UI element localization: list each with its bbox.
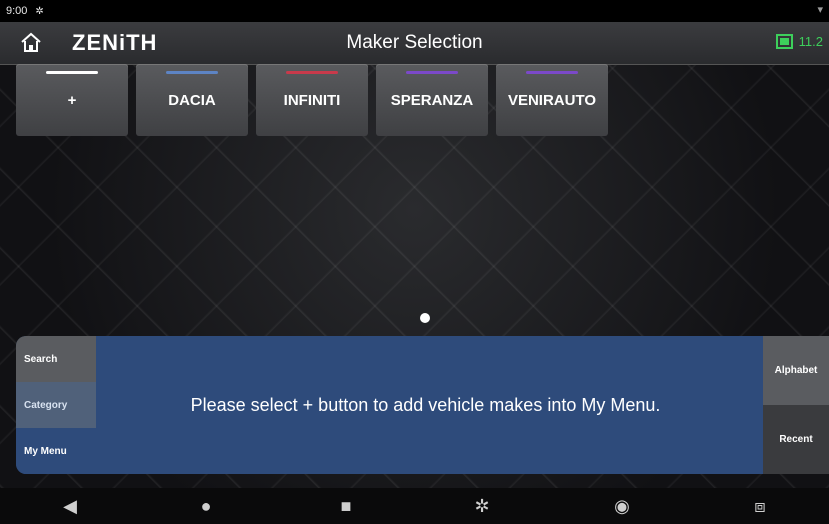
maker-label: INFINITI (283, 91, 341, 109)
maker-add-button[interactable]: + (16, 64, 128, 136)
circle-home-icon[interactable]: ● (194, 494, 218, 518)
status-bar: 9:00 ✲ ▾ (0, 0, 829, 22)
maker-speranza[interactable]: SPERANZA (376, 64, 488, 136)
title-bar: ZENiTH Maker Selection 11.2 (0, 22, 829, 65)
maker-dacia[interactable]: DACIA (136, 64, 248, 136)
accent-bar (286, 71, 338, 74)
nav-my-menu[interactable]: My Menu (16, 428, 96, 474)
maker-tiles: + DACIA INFINITI SPERANZA VENIRAUTO (16, 64, 608, 136)
maker-label: VENIRAUTO (507, 91, 597, 109)
accent-bar (406, 71, 458, 74)
info-message: Please select + button to add vehicle ma… (190, 394, 661, 415)
battery-voltage: 11.2 (798, 34, 823, 49)
maker-label: + (67, 91, 77, 109)
sort-recent[interactable]: Recent (763, 405, 829, 474)
camera-icon[interactable]: ◉ (610, 494, 634, 518)
back-icon[interactable]: ◀ (58, 494, 82, 518)
nav-search[interactable]: Search (16, 336, 96, 382)
gear-icon: ✲ (35, 5, 44, 17)
maker-venirauto[interactable]: VENIRAUTO (496, 64, 608, 136)
square-recents-icon[interactable]: ■ (334, 494, 358, 518)
screenshot-icon[interactable]: ⧈ (748, 494, 772, 518)
sort-alphabet[interactable]: Alphabet (763, 336, 829, 405)
gear-icon[interactable]: ✲ (470, 494, 494, 518)
maker-infiniti[interactable]: INFINITI (256, 64, 368, 136)
page-indicator-dot (420, 313, 430, 323)
system-nav-bar: ◀ ● ■ ✲ ◉ ⧈ (0, 488, 829, 524)
status-time: 9:00 (6, 5, 28, 17)
nav-category[interactable]: Category (16, 382, 96, 428)
accent-bar (526, 71, 578, 74)
accent-bar (166, 71, 218, 74)
left-nav: Search Category My Menu (16, 336, 96, 474)
maker-label: SPERANZA (390, 91, 474, 109)
battery-icon (775, 34, 793, 49)
bottom-panel: Search Category My Menu Please select + … (16, 336, 829, 474)
right-nav: Alphabet Recent (763, 336, 829, 474)
maker-label: DACIA (168, 91, 216, 109)
battery-indicator: 11.2 (775, 34, 823, 49)
accent-bar (46, 71, 98, 74)
signal-icon: ▾ (817, 4, 823, 16)
page-title: Maker Selection (346, 32, 483, 53)
